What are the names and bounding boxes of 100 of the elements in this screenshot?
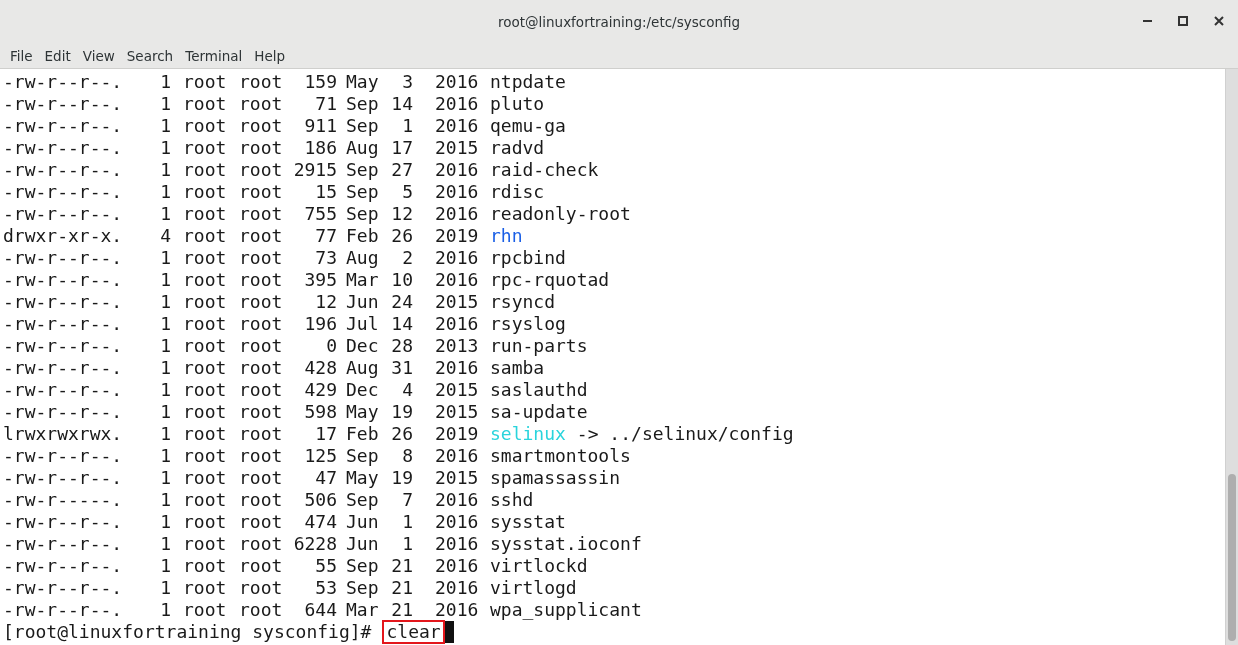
group-text: root: [238, 269, 282, 291]
month-text: Sep: [345, 489, 380, 511]
link-target-text: -> ../selinux/config: [576, 423, 794, 444]
day-text: 10: [390, 269, 413, 291]
file-name: virtlogd: [490, 577, 577, 598]
link-count-text: 1: [159, 203, 171, 225]
menu-item[interactable]: Edit: [38, 47, 77, 64]
month-text: Jun: [345, 533, 380, 555]
size-text: 755: [303, 203, 337, 225]
owner-text: root: [182, 489, 227, 511]
day-text: 2: [401, 247, 413, 269]
permissions-text: drwxr-xr-x.: [3, 225, 124, 247]
link-count-text: 1: [159, 247, 171, 269]
link-count-text: 1: [159, 489, 171, 511]
file-name: raid-check: [490, 159, 599, 180]
maximize-icon[interactable]: [1178, 16, 1188, 26]
group-text: root: [238, 401, 282, 423]
year-text: 2016: [434, 577, 480, 599]
file-name: radvd: [490, 137, 545, 158]
file-name: spamassassin: [490, 467, 621, 488]
month-text: Sep: [345, 203, 380, 225]
year-text: 2016: [434, 181, 480, 203]
link-count-text: 1: [159, 555, 171, 577]
menu-item[interactable]: Search: [120, 47, 180, 64]
file-name: wpa_supplicant: [490, 599, 642, 620]
permissions-text: -rw-r--r--.: [3, 467, 124, 489]
permissions-text: -rw-r--r--.: [3, 269, 124, 291]
close-icon[interactable]: [1214, 16, 1224, 26]
day-text: 27: [390, 159, 413, 181]
year-text: 2019: [434, 225, 480, 247]
year-text: 2016: [434, 159, 480, 181]
day-text: 1: [401, 533, 413, 555]
file-name: rsyncd: [490, 291, 556, 312]
permissions-text: -rw-r--r--.: [3, 555, 124, 577]
group-text: root: [238, 577, 282, 599]
group-text: root: [238, 247, 282, 269]
day-text: 7: [401, 489, 413, 511]
owner-text: root: [182, 599, 227, 621]
size-text: 53: [314, 577, 337, 599]
permissions-text: -rw-r--r--.: [3, 313, 124, 335]
menu-item[interactable]: Terminal: [179, 47, 249, 64]
link-count-text: 1: [159, 71, 171, 93]
month-text: Dec: [345, 335, 380, 357]
permissions-text: -rw-r--r--.: [3, 159, 124, 181]
menu-item[interactable]: Help: [248, 47, 292, 64]
size-text: 55: [314, 555, 337, 577]
year-text: 2015: [434, 291, 480, 313]
permissions-text: -rw-r--r--.: [3, 93, 124, 115]
link-count-text: 1: [159, 357, 171, 379]
month-text: Feb: [345, 423, 380, 445]
menu-item[interactable]: View: [76, 47, 121, 64]
file-name: saslauthd: [490, 379, 588, 400]
day-text: 14: [390, 313, 413, 335]
link-count-text: 1: [159, 533, 171, 555]
file-name: qemu-ga: [490, 115, 566, 136]
owner-text: root: [182, 379, 227, 401]
owner-text: root: [182, 137, 227, 159]
group-text: root: [238, 489, 282, 511]
link-count-text: 1: [159, 511, 171, 533]
day-text: 5: [401, 181, 413, 203]
file-name: rsyslog: [490, 313, 566, 334]
permissions-text: -rw-r--r--.: [3, 511, 124, 533]
year-text: 2016: [434, 533, 480, 555]
link-count-text: 1: [159, 599, 171, 621]
group-text: root: [238, 467, 282, 489]
file-name: rpc-rquotad: [490, 269, 610, 290]
month-text: Sep: [345, 181, 380, 203]
month-text: Sep: [345, 93, 380, 115]
size-text: 395: [303, 269, 337, 291]
size-text: 71: [314, 93, 337, 115]
day-text: 1: [401, 511, 413, 533]
scrollbar-thumb[interactable]: [1228, 474, 1236, 641]
day-text: 8: [401, 445, 413, 467]
file-name: rpcbind: [490, 247, 566, 268]
size-text: 196: [303, 313, 337, 335]
file-name: samba: [490, 357, 545, 378]
year-text: 2016: [434, 489, 480, 511]
file-name: sysstat: [490, 511, 566, 532]
menu-item[interactable]: File: [4, 47, 39, 64]
size-text: 0: [325, 335, 337, 357]
minimize-icon[interactable]: [1143, 19, 1152, 23]
permissions-text: -rw-r--r--.: [3, 181, 124, 203]
year-text: 2015: [434, 137, 480, 159]
month-text: Sep: [345, 115, 380, 137]
file-name: readonly-root: [490, 203, 631, 224]
scrollbar[interactable]: [1226, 69, 1238, 645]
group-text: root: [238, 555, 282, 577]
group-text: root: [238, 423, 282, 445]
day-text: 19: [390, 467, 413, 489]
file-name: ntpdate: [490, 71, 566, 92]
owner-text: root: [182, 71, 227, 93]
link-count-text: 1: [159, 401, 171, 423]
year-text: 2016: [434, 269, 480, 291]
owner-text: root: [182, 291, 227, 313]
file-name: pluto: [490, 93, 545, 114]
day-text: 26: [390, 423, 413, 445]
file-name: sa-update: [490, 401, 588, 422]
owner-text: root: [182, 203, 227, 225]
day-text: 21: [390, 555, 413, 577]
year-text: 2016: [434, 203, 480, 225]
